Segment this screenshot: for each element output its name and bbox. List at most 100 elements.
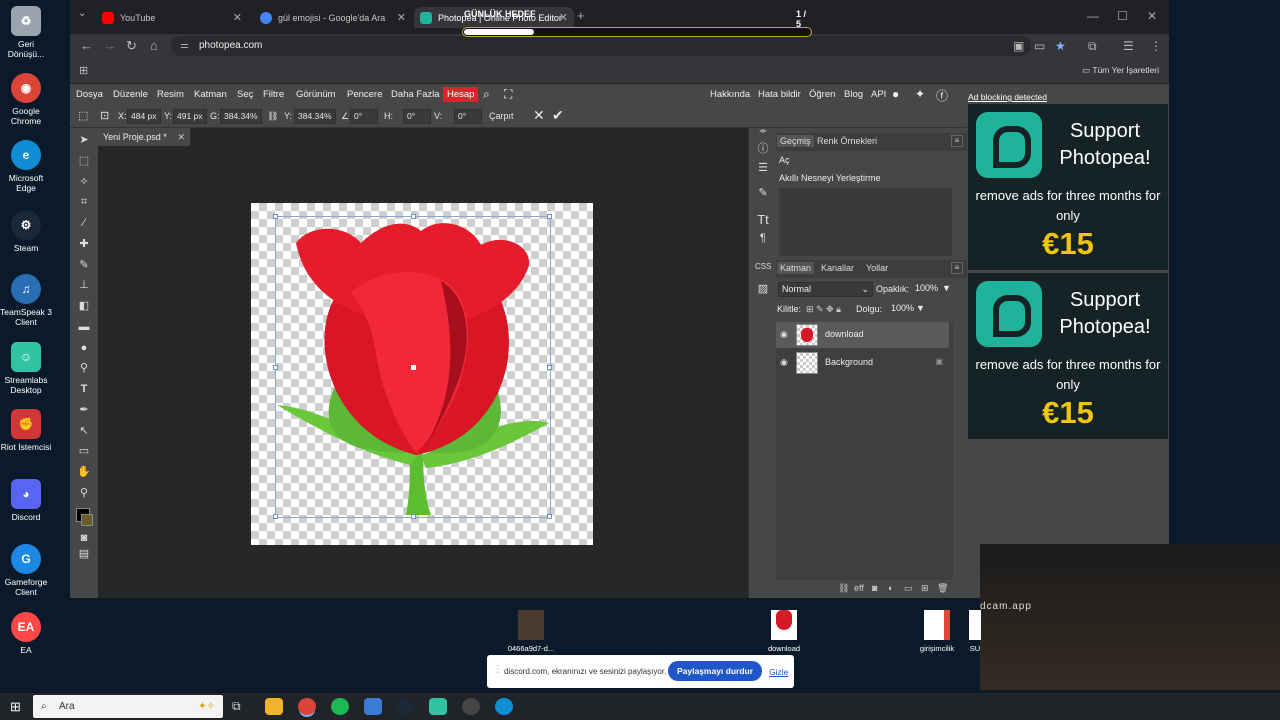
steam-icon[interactable]: [396, 698, 414, 715]
spotify-icon[interactable]: [331, 698, 349, 715]
fullscreen-icon[interactable]: ⛶: [504, 87, 512, 102]
task-view-icon[interactable]: ⧉: [232, 699, 241, 714]
back-icon[interactable]: ←: [80, 38, 93, 53]
app-icon[interactable]: [364, 698, 382, 715]
history-item[interactable]: Akıllı Nesneyi Yerleştirme: [779, 173, 881, 183]
menu-more[interactable]: Daha Fazla: [391, 89, 440, 100]
transform-tool-icon[interactable]: ⬚: [78, 109, 88, 122]
blur-tool-icon[interactable]: ●: [76, 340, 92, 356]
desktop-file[interactable]: SU: [968, 610, 982, 653]
stop-sharing-button[interactable]: Paylaşmayı durdur: [668, 661, 762, 681]
character-icon[interactable]: Tt: [755, 212, 771, 227]
menu-filter[interactable]: Filtre: [263, 89, 284, 100]
desktop-icon-streamlabs[interactable]: ☺ Streamlabs Desktop: [0, 342, 52, 395]
height-input[interactable]: 384.34%: [294, 109, 336, 124]
opacity-dropdown-icon[interactable]: ▼: [942, 283, 951, 293]
type-tool-icon[interactable]: T: [76, 381, 92, 397]
width-input[interactable]: 384.34%: [220, 109, 262, 124]
transform-handle[interactable]: [547, 365, 552, 370]
site-settings-icon[interactable]: ⚌: [180, 36, 189, 56]
ad-banner[interactable]: Support Photopea! remove ads for three m…: [968, 104, 1168, 270]
all-bookmarks[interactable]: ▭ Tüm Yer İşaretleri: [1082, 65, 1159, 76]
cast-icon[interactable]: ▭: [1034, 39, 1045, 53]
desktop-file[interactable]: girişimcilik: [902, 610, 972, 653]
transform-handle[interactable]: [411, 514, 416, 519]
image-panel-icon[interactable]: ▨: [755, 282, 771, 295]
link-api[interactable]: API: [871, 89, 886, 100]
gradient-tool-icon[interactable]: ▬: [76, 319, 92, 335]
file-explorer-icon[interactable]: [265, 698, 283, 715]
css-icon[interactable]: CSS: [755, 262, 771, 271]
group-folder-icon[interactable]: ▭: [904, 583, 913, 594]
reload-icon[interactable]: ↻: [126, 38, 137, 54]
link-learn[interactable]: Öğren: [809, 89, 835, 100]
minimize-icon[interactable]: —: [1087, 9, 1099, 23]
close-window-icon[interactable]: ✕: [1147, 9, 1157, 23]
layer-row[interactable]: ◉ download: [776, 322, 949, 348]
tab-search-icon[interactable]: ⌄: [78, 8, 86, 19]
transform-handle[interactable]: [547, 214, 552, 219]
desktop-icon-ea[interactable]: EA EA: [0, 612, 52, 655]
taskbar-search[interactable]: ⌕ Ara ✦✧: [33, 695, 223, 718]
desktop-icon-riot[interactable]: ✊ Riot İstemcisi: [0, 409, 52, 452]
adjustment-layer-icon[interactable]: ◐: [888, 583, 893, 593]
dodge-tool-icon[interactable]: ⚲: [76, 360, 92, 376]
chain-link-icon[interactable]: ⛓: [267, 111, 278, 122]
collapse-icon[interactable]: ◂▸: [755, 126, 771, 135]
menu-select[interactable]: Seç: [237, 89, 253, 100]
background-color-swatch[interactable]: [81, 514, 93, 526]
hskew-input[interactable]: 0°: [403, 109, 431, 124]
marquee-tool-icon[interactable]: ⬚: [76, 153, 92, 169]
ad-blocking-link[interactable]: Ad blocking detected: [968, 92, 1047, 102]
twitter-icon[interactable]: ✦: [915, 87, 925, 101]
clone-stamp-icon[interactable]: ⊥: [76, 277, 92, 293]
angle-input[interactable]: 0°: [350, 109, 378, 124]
transform-handle[interactable]: [273, 365, 278, 370]
desktop-file[interactable]: download: [749, 610, 819, 653]
healing-brush-icon[interactable]: ✚: [76, 236, 92, 252]
link-layers-icon[interactable]: ⛓: [838, 583, 849, 594]
transform-box[interactable]: [273, 214, 552, 519]
rectangle-tool-icon[interactable]: ▭: [76, 443, 92, 459]
drag-handle-icon[interactable]: ⋮: [493, 664, 503, 675]
profile-icon[interactable]: ☰: [1123, 39, 1134, 53]
menu-image[interactable]: Resim: [157, 89, 184, 100]
reference-point-icon[interactable]: ⊡: [100, 109, 109, 122]
apps-grid-icon[interactable]: ⊞: [79, 64, 88, 77]
tab-youtube[interactable]: YouTube ✕: [96, 7, 248, 28]
tab-layers[interactable]: Katman: [777, 262, 815, 274]
desktop-icon-discord[interactable]: ◕ Discord: [0, 479, 52, 522]
transform-handle[interactable]: [547, 514, 552, 519]
eraser-icon[interactable]: ◧: [76, 298, 92, 314]
panel-menu-icon[interactable]: ≡: [951, 135, 963, 147]
menu-edit[interactable]: Düzenle: [113, 89, 148, 100]
brush-panel-icon[interactable]: ✎: [755, 186, 771, 199]
canvas[interactable]: [251, 203, 593, 545]
menu-window[interactable]: Pencere: [347, 89, 382, 100]
visibility-eye-icon[interactable]: ◉: [780, 329, 788, 340]
extensions-icon[interactable]: ⧉: [1088, 39, 1097, 54]
close-tab-icon[interactable]: ✕: [397, 11, 406, 24]
close-document-icon[interactable]: ✕: [177, 128, 185, 146]
menu-file[interactable]: Dosya: [76, 89, 103, 100]
search-icon[interactable]: ⌕: [483, 87, 490, 102]
menu-layer[interactable]: Katman: [194, 89, 227, 100]
reddit-icon[interactable]: ●: [892, 87, 899, 101]
obs-icon[interactable]: [462, 698, 480, 715]
quick-mask-icon[interactable]: ◙: [76, 530, 92, 546]
opacity-input[interactable]: 100%: [912, 282, 940, 297]
commit-transform-icon[interactable]: ✔: [552, 107, 564, 124]
home-icon[interactable]: ⌂: [150, 38, 158, 53]
desktop-icon-recycle-bin[interactable]: ♻ Geri Dönüşü...: [0, 6, 52, 59]
move-tool-icon[interactable]: ➤: [76, 132, 92, 148]
adjustments-icon[interactable]: ☰: [755, 161, 771, 174]
vskew-input[interactable]: 0°: [454, 109, 482, 124]
crop-tool-icon[interactable]: ⌗: [76, 194, 92, 210]
close-tab-icon[interactable]: ✕: [233, 11, 242, 24]
bookmark-star-icon[interactable]: ★: [1055, 39, 1066, 53]
tab-history[interactable]: Geçmiş: [777, 135, 814, 147]
browser-menu-icon[interactable]: ⋮: [1150, 39, 1162, 53]
lock-icons[interactable]: ⊞ ✎ ✥ 🔒︎: [806, 304, 841, 315]
forward-icon[interactable]: →: [103, 38, 116, 53]
visibility-eye-icon[interactable]: ◉: [780, 357, 788, 368]
